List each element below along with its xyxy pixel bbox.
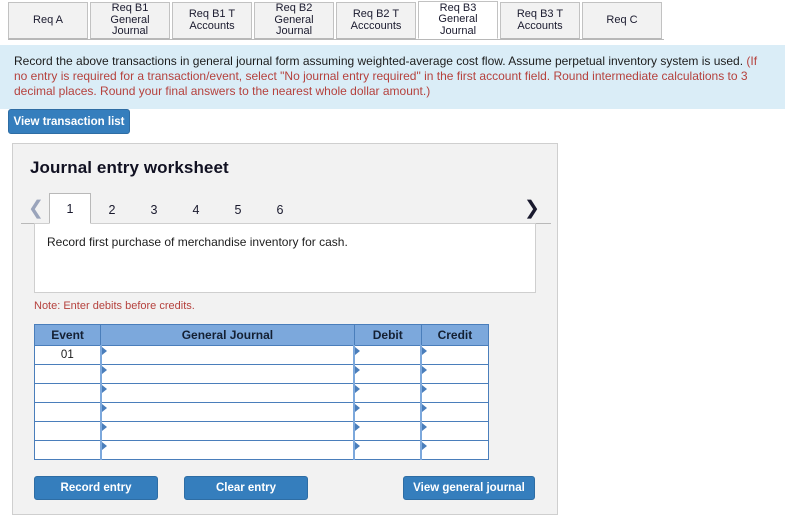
journal-entry-worksheet-panel: Journal entry worksheet ❮ 123456 ❯ Recor… xyxy=(12,143,558,515)
journal-credit-input-cell[interactable] xyxy=(420,345,490,365)
journal-credit-input-cell[interactable] xyxy=(420,440,490,460)
dropdown-marker-icon xyxy=(422,366,428,374)
journal-table-head: Event General Journal Debit Credit xyxy=(33,324,490,346)
table-row xyxy=(33,383,490,403)
journal-credit-input-cell[interactable] xyxy=(420,402,490,422)
page-tab-1[interactable]: 1 xyxy=(49,193,91,224)
requirement-tab-label: Req B1 T Accounts xyxy=(188,8,236,32)
dropdown-marker-icon xyxy=(355,404,361,412)
requirement-tab-label: Req B2 T Acccounts xyxy=(350,8,402,32)
dropdown-marker-icon xyxy=(422,347,428,355)
journal-debit-input-cell[interactable] xyxy=(353,440,422,460)
requirement-tab-0[interactable]: Req A xyxy=(8,2,88,39)
page-tab-3[interactable]: 3 xyxy=(133,194,175,224)
dropdown-marker-icon xyxy=(101,347,107,355)
journal-column-header-3: Credit xyxy=(420,324,490,346)
requirement-tab-4[interactable]: Req B2 T Acccounts xyxy=(336,2,416,39)
dropdown-marker-icon xyxy=(355,423,361,431)
transaction-description-box: Record first purchase of merchandise inv… xyxy=(34,223,536,293)
dropdown-marker-icon xyxy=(422,404,428,412)
journal-event-cell: 01 xyxy=(33,345,102,365)
requirement-tab-bar: Req A Req B1 General Journal Req B1 T Acco… xyxy=(0,0,801,40)
dropdown-marker-icon xyxy=(101,423,107,431)
dropdown-marker-icon xyxy=(422,385,428,393)
journal-debit-input-cell[interactable] xyxy=(353,383,422,403)
page-tab-5[interactable]: 5 xyxy=(217,194,259,224)
requirement-tab-label: Req B2 General Journal xyxy=(274,2,314,38)
journal-debit-input-cell[interactable] xyxy=(353,402,422,422)
requirement-tab-label: Req B3 General Journal xyxy=(438,1,478,37)
dropdown-marker-icon xyxy=(355,442,361,450)
journal-debit-input-cell[interactable] xyxy=(353,345,422,365)
journal-general-journal-input-cell[interactable] xyxy=(99,383,355,403)
journal-general-journal-input-cell[interactable] xyxy=(99,402,355,422)
dropdown-marker-icon xyxy=(101,366,107,374)
journal-event-cell xyxy=(33,383,102,403)
requirement-tab-5[interactable]: Req B3 General Journal xyxy=(418,1,498,39)
dropdown-marker-icon xyxy=(101,442,107,450)
page-tab-list: 123456 xyxy=(49,192,301,224)
dropdown-marker-icon xyxy=(422,423,428,431)
journal-debit-input-cell[interactable] xyxy=(353,364,422,384)
journal-column-header-1: General Journal xyxy=(100,324,355,346)
page-tab-4[interactable]: 4 xyxy=(175,194,217,224)
view-transaction-list-button[interactable]: View transaction list xyxy=(8,109,130,134)
requirement-tab-7[interactable]: Req C xyxy=(582,2,662,39)
journal-table-header-row: Event General Journal Debit Credit xyxy=(33,324,490,346)
record-entry-button[interactable]: Record entry xyxy=(34,476,158,500)
table-row xyxy=(33,364,490,384)
dropdown-marker-icon xyxy=(355,385,361,393)
table-row: 01 xyxy=(33,345,490,365)
journal-event-cell xyxy=(33,402,102,422)
journal-event-cell xyxy=(33,421,102,441)
journal-event-cell xyxy=(33,440,102,460)
chevron-left-icon[interactable]: ❮ xyxy=(25,196,47,220)
table-row xyxy=(33,402,490,422)
requirement-tab-1[interactable]: Req B1 General Journal xyxy=(90,2,170,39)
dropdown-marker-icon xyxy=(101,385,107,393)
journal-credit-input-cell[interactable] xyxy=(420,421,490,441)
dropdown-marker-icon xyxy=(355,347,361,355)
journal-general-journal-input-cell[interactable] xyxy=(99,440,355,460)
worksheet-pager: ❮ 123456 ❯ xyxy=(21,192,551,224)
debits-before-credits-hint: Note: Enter debits before credits. xyxy=(34,300,195,312)
requirement-tab-label: Req A xyxy=(33,13,63,26)
clear-entry-button[interactable]: Clear entry xyxy=(184,476,308,500)
instructions-lead-text: Record the above transactions in general… xyxy=(14,54,747,68)
dropdown-marker-icon xyxy=(101,404,107,412)
requirement-tab-3[interactable]: Req B2 General Journal xyxy=(254,2,334,39)
requirement-tab-2[interactable]: Req B1 T Accounts xyxy=(172,2,252,39)
journal-table-body: 01 xyxy=(33,345,490,460)
journal-general-journal-input-cell[interactable] xyxy=(99,345,355,365)
worksheet-title: Journal entry worksheet xyxy=(30,158,229,177)
page-tab-6[interactable]: 6 xyxy=(259,194,301,224)
journal-general-journal-input-cell[interactable] xyxy=(99,364,355,384)
requirement-tab-strip: Req A Req B1 General Journal Req B1 T Acco… xyxy=(8,0,664,40)
requirement-tab-label: Req B3 T Accounts xyxy=(516,8,564,32)
journal-credit-input-cell[interactable] xyxy=(420,383,490,403)
requirement-tab-label: Req B1 General Journal xyxy=(110,2,150,38)
dropdown-marker-icon xyxy=(355,366,361,374)
page-tab-2[interactable]: 2 xyxy=(91,194,133,224)
view-general-journal-button[interactable]: View general journal xyxy=(403,476,535,500)
requirement-tab-label: Req C xyxy=(606,13,638,26)
requirement-tab-6[interactable]: Req B3 T Accounts xyxy=(500,2,580,39)
transaction-description-text: Record first purchase of merchandise inv… xyxy=(47,235,348,249)
dropdown-marker-icon xyxy=(422,442,428,450)
table-row xyxy=(33,440,490,460)
journal-credit-input-cell[interactable] xyxy=(420,364,490,384)
chevron-right-icon[interactable]: ❯ xyxy=(521,196,543,220)
journal-column-header-0: Event xyxy=(33,324,102,346)
instructions-banner: Record the above transactions in general… xyxy=(0,45,785,109)
journal-entry-table: Event General Journal Debit Credit 01 xyxy=(33,324,490,460)
journal-column-header-2: Debit xyxy=(353,324,422,346)
journal-general-journal-input-cell[interactable] xyxy=(99,421,355,441)
journal-debit-input-cell[interactable] xyxy=(353,421,422,441)
journal-event-cell xyxy=(33,364,102,384)
table-row xyxy=(33,421,490,441)
